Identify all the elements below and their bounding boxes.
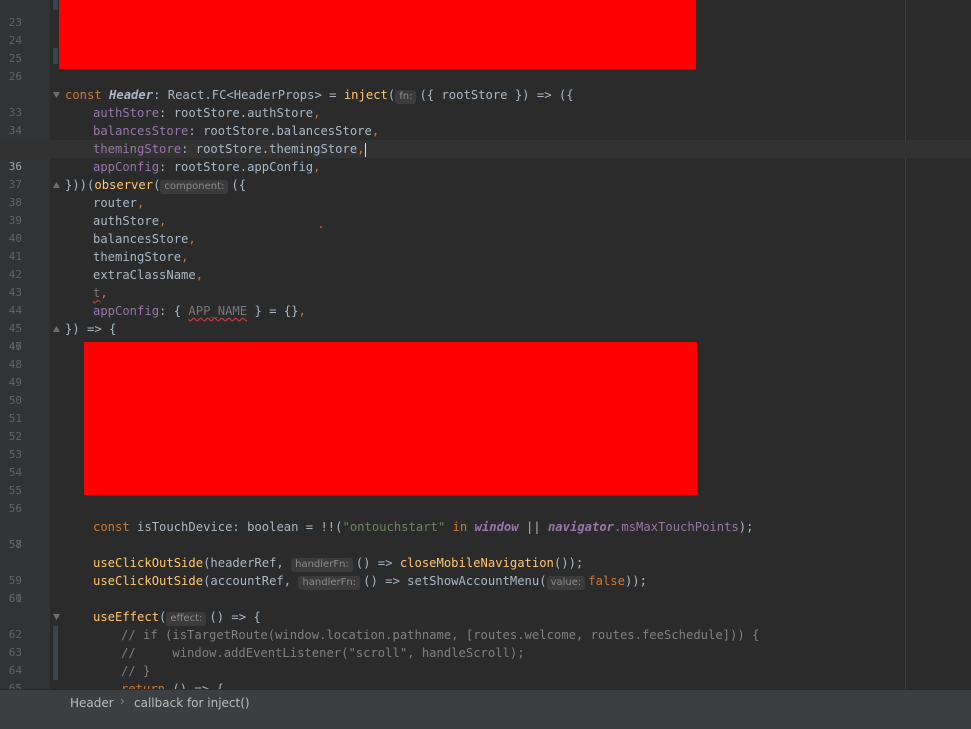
code-line[interactable]: 40 authStore, (0, 212, 971, 245)
code-line[interactable]: 65 // } (0, 662, 971, 689)
fold-triangle-icon[interactable] (53, 92, 60, 99)
code-line[interactable]: 60 useClickOutSide(accountRef, handlerFn… (0, 572, 971, 605)
breadcrumb-item-header[interactable]: Header (70, 695, 114, 711)
line-number: 49 (8, 376, 22, 389)
code-line[interactable]: 62 useEffect(effect:() => { (0, 608, 971, 641)
code-line[interactable]: 34 authStore: rootStore.authStore, (0, 104, 971, 137)
code-line[interactable]: 64 // window.addEventListener("scroll", … (0, 644, 971, 677)
code-line[interactable]: 45 appConfig: { APP_NAME } = {}, (0, 302, 971, 335)
code-line[interactable]: 61 (0, 590, 971, 608)
param-hint: value: (546, 576, 586, 590)
redaction-block (84, 342, 697, 495)
code-line[interactable]: 42 themingStore, (0, 248, 971, 281)
param-hint: effect: (166, 612, 207, 626)
code-line[interactable]: 37 appConfig: rootStore.appConfig, (0, 158, 971, 191)
line-number: 52 (8, 430, 22, 443)
code-line[interactable]: 57 const isTouchDevice: boolean = !!("on… (0, 518, 971, 551)
fold-triangle-icon[interactable] (53, 326, 60, 333)
line-number: 58 (8, 538, 22, 551)
code-line[interactable]: 58 (0, 536, 971, 554)
line-number: 26 (8, 70, 22, 83)
line-number: 56 (8, 502, 22, 515)
code-line[interactable]: 56 (0, 500, 971, 518)
code-line[interactable]: 39 router, (0, 194, 971, 227)
code-editor[interactable]: 23 24 25 26 33 const Header: React.FC<He… (0, 0, 971, 689)
code-line[interactable]: 66 return () => { (0, 680, 971, 689)
code-line[interactable]: 38 }))(observer(component:({ (0, 176, 971, 209)
code-line[interactable]: 35 balancesStore: rootStore.balancesStor… (0, 122, 971, 155)
line-number: 51 (8, 412, 22, 425)
breadcrumb-item-callback[interactable]: callback for inject() (134, 695, 250, 711)
line-number: 55 (8, 484, 22, 497)
line-number: 47 (8, 340, 22, 353)
breadcrumb: Header › callback for inject() (0, 689, 971, 729)
param-hint: component: (160, 180, 229, 194)
line-number: 48 (8, 358, 22, 371)
redaction-block (59, 0, 696, 69)
code-line[interactable]: 63 // if (isTargetRoute(window.location.… (0, 626, 971, 659)
fold-triangle-icon[interactable] (53, 182, 60, 189)
breadcrumb-separator: › (120, 694, 125, 708)
code-line[interactable]: 33 const Header: React.FC<HeaderProps> =… (0, 86, 971, 119)
param-hint: fn: (395, 90, 417, 104)
code-line[interactable]: 43 extraClassName, (0, 266, 971, 299)
line-number: 50 (8, 394, 22, 407)
line-number: 53 (8, 448, 22, 461)
fold-triangle-icon[interactable] (53, 614, 60, 621)
text-cursor (364, 142, 366, 157)
stray-mark (320, 226, 322, 228)
code-line[interactable]: 59 useClickOutSide(headerRef, handlerFn:… (0, 554, 971, 587)
code-line-current[interactable]: 36 themingStore: rootStore.themingStore, (0, 140, 971, 173)
param-hint: handlerFn: (291, 558, 353, 572)
param-hint: handlerFn: (298, 576, 361, 590)
code-line[interactable]: 46 }) => { (0, 320, 971, 353)
line-number: 61 (8, 592, 22, 605)
code-line[interactable]: 41 balancesStore, (0, 230, 971, 263)
line-number: 54 (8, 466, 22, 479)
code-line[interactable]: 44 t, (0, 284, 971, 317)
